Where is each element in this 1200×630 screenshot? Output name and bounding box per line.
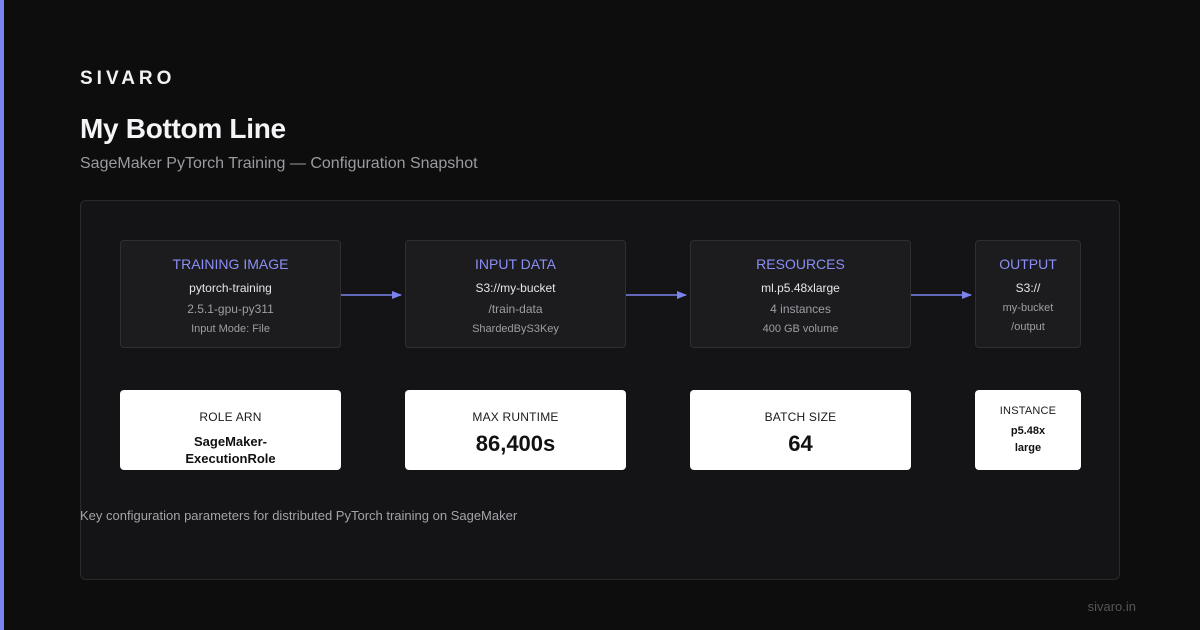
node-heading: RESOURCES (756, 256, 845, 272)
stat-value-line: SageMaker- (194, 434, 267, 449)
node-line: my-bucket (1002, 302, 1054, 314)
diagram-panel: TRAINING IMAGE pytorch-training 2.5.1-gp… (80, 200, 1120, 580)
stat-batch-size: BATCH SIZE 64 (690, 390, 911, 470)
node-line: S3:// (1015, 281, 1041, 295)
node-heading: OUTPUT (999, 256, 1057, 272)
stat-label: BATCH SIZE (764, 410, 837, 424)
stat-value-line: large (1014, 442, 1042, 454)
stat-value-line: ExecutionRole (185, 451, 276, 466)
brand-logo: SIVARO (80, 68, 176, 89)
node-heading: TRAINING IMAGE (172, 256, 289, 272)
node-input-data: INPUT DATA S3://my-bucket /train-data Sh… (405, 240, 626, 348)
accent-bar (0, 0, 4, 630)
node-line: ShardedByS3Key (472, 323, 559, 335)
stat-label: MAX RUNTIME (472, 410, 559, 424)
stat-value: p5.48x large (975, 423, 1081, 457)
node-resources: RESOURCES ml.p5.48xlarge 4 instances 400… (690, 240, 911, 348)
stat-value-line: p5.48x (1010, 425, 1046, 437)
node-line: 4 instances (770, 302, 831, 316)
stat-role-arn: ROLE ARN SageMaker- ExecutionRole (120, 390, 341, 470)
node-line: ml.p5.48xlarge (761, 281, 840, 295)
node-heading: INPUT DATA (475, 256, 556, 272)
node-line: 400 GB volume (762, 323, 839, 335)
page-title: My Bottom Line (80, 113, 286, 144)
stat-value: 64 (788, 431, 813, 456)
node-training-image: TRAINING IMAGE pytorch-training 2.5.1-gp… (120, 240, 341, 348)
node-line: pytorch-training (189, 281, 272, 295)
stat-label: INSTANCE (999, 405, 1057, 417)
node-line: /output (1011, 321, 1045, 333)
page-subtitle: SageMaker PyTorch Training — Configurati… (80, 155, 478, 172)
stat-value: SageMaker- ExecutionRole (120, 433, 341, 467)
node-line: S3://my-bucket (475, 281, 556, 295)
diagram-caption: Key configuration parameters for distrib… (80, 508, 518, 523)
node-output: OUTPUT S3:// my-bucket /output (975, 240, 1081, 348)
footer-url: sivaro.in (1087, 599, 1136, 614)
stat-value: 86,400s (475, 431, 556, 456)
stat-max-runtime: MAX RUNTIME 86,400s (405, 390, 626, 470)
node-line: /train-data (488, 302, 543, 316)
stat-instance: INSTANCE p5.48x large (975, 390, 1081, 470)
stat-label: ROLE ARN (199, 410, 262, 424)
node-line: Input Mode: File (191, 323, 270, 335)
node-line: 2.5.1-gpu-py311 (187, 302, 274, 316)
